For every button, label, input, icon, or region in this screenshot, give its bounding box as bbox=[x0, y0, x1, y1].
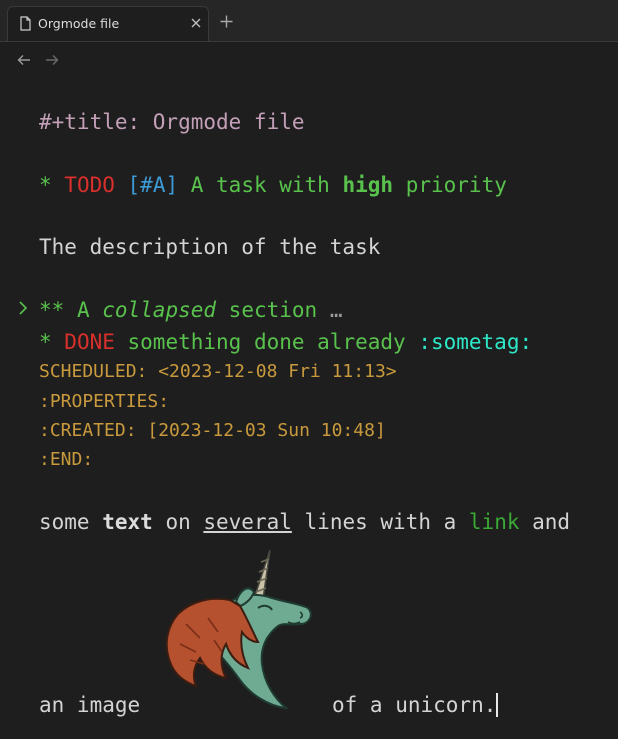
tab-title: Orgmode file bbox=[38, 16, 120, 31]
link[interactable]: link bbox=[469, 510, 520, 534]
doc-title-keyword: #+title: Orgmode file bbox=[39, 110, 305, 134]
text-before-image: an image bbox=[39, 693, 141, 717]
text: on bbox=[152, 510, 204, 534]
plus-icon[interactable] bbox=[219, 14, 234, 29]
heading-text-end: section bbox=[216, 298, 318, 322]
scheduled-line: SCHEDULED: <2023-12-08 Fri 11:13> bbox=[39, 361, 397, 382]
arrow-left-icon[interactable] bbox=[16, 53, 32, 67]
tab-orgmode-file[interactable]: Orgmode file bbox=[7, 6, 209, 41]
text: and bbox=[519, 510, 571, 534]
image-line: an image bbox=[39, 692, 140, 718]
bold-text: text bbox=[102, 510, 153, 534]
file-icon bbox=[20, 16, 31, 31]
heading-star: * bbox=[39, 173, 65, 197]
text-cursor bbox=[496, 693, 498, 717]
arrow-right-icon[interactable] bbox=[44, 53, 60, 67]
text-after-image: of a unicorn. bbox=[332, 693, 497, 717]
fold-ellipsis[interactable]: … bbox=[330, 298, 343, 322]
heading-italic-text: collapsed bbox=[102, 298, 217, 322]
text: some bbox=[39, 510, 103, 534]
heading-tag: :sometag: bbox=[418, 330, 533, 354]
properties-drawer-end: :END: bbox=[39, 449, 94, 470]
heading-text: something done already bbox=[114, 330, 419, 354]
chevron-right-icon[interactable] bbox=[16, 300, 30, 316]
heading-done[interactable]: * DONE something done already :sometag: bbox=[39, 329, 532, 355]
todo-keyword: TODO bbox=[64, 173, 115, 197]
created-property: :CREATED: [2023-12-03 Sun 10:48] bbox=[39, 420, 386, 441]
heading-star: * bbox=[39, 330, 65, 354]
tab-bar: Orgmode file bbox=[0, 0, 618, 42]
underlined-text: several bbox=[203, 510, 292, 534]
priority-cookie: [#A] bbox=[127, 173, 179, 197]
image-line-end: of a unicorn. bbox=[332, 692, 498, 718]
close-icon[interactable] bbox=[189, 16, 203, 30]
heading-todo[interactable]: * TODO [#A] A task with high priority bbox=[39, 172, 507, 198]
done-keyword: DONE bbox=[64, 330, 115, 354]
heading-text-end: priority bbox=[393, 173, 507, 197]
heading-text: A task with bbox=[178, 173, 343, 197]
properties-drawer-start: :PROPERTIES: bbox=[39, 391, 170, 412]
heading-bold-text: high bbox=[342, 173, 394, 197]
unicorn-image bbox=[165, 549, 312, 710]
heading-text: A bbox=[76, 298, 103, 322]
task-description: The description of the task bbox=[39, 235, 381, 259]
text: lines with a bbox=[291, 510, 469, 534]
paragraph-line: some text on several lines with a link a… bbox=[39, 509, 570, 535]
heading-stars: ** bbox=[39, 298, 77, 322]
heading-collapsed[interactable]: ** A collapsed section … bbox=[39, 297, 343, 323]
